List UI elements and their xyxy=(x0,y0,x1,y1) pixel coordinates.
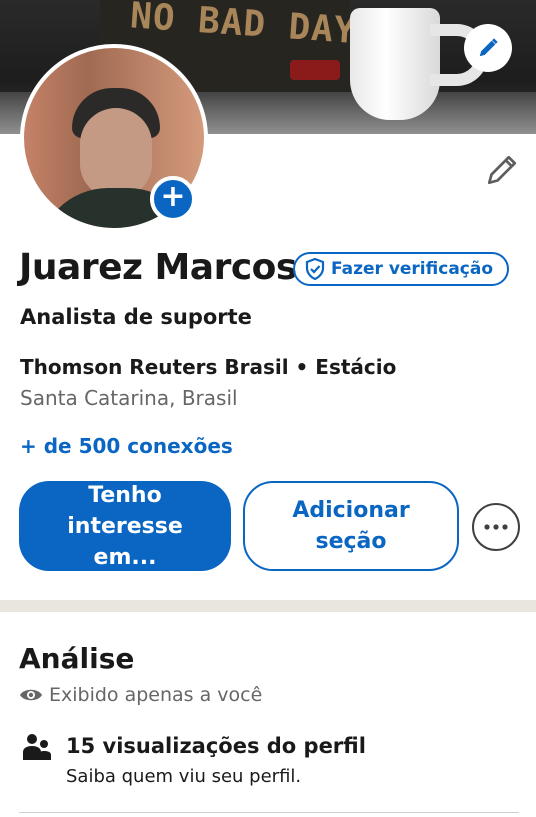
eye-icon xyxy=(20,689,42,701)
profile-name: Juarez Marcos xyxy=(19,247,297,288)
edit-intro-button[interactable] xyxy=(484,152,520,188)
list-divider xyxy=(19,812,519,813)
section-divider xyxy=(0,600,536,612)
connections-link[interactable]: + de 500 conexões xyxy=(20,434,233,458)
verify-button[interactable]: Fazer verificação xyxy=(293,252,510,286)
plus-icon: + xyxy=(160,179,186,214)
cover-object xyxy=(290,60,340,80)
pencil-icon xyxy=(479,38,498,57)
cover-mug xyxy=(350,8,440,120)
verify-label: Fazer verificação xyxy=(331,259,494,279)
shield-check-icon xyxy=(305,258,325,280)
analytics-visibility: Exibido apenas a você xyxy=(19,684,262,706)
profile-company[interactable]: Thomson Reuters Brasil • Estácio xyxy=(20,355,396,379)
profile-views-link[interactable]: 15 visualizações do perfil xyxy=(66,734,366,758)
more-icon xyxy=(484,524,508,530)
edit-cover-button[interactable] xyxy=(464,24,512,72)
profile-headline: Analista de suporte xyxy=(20,305,252,329)
add-section-button[interactable]: Adicionar seção xyxy=(243,481,459,571)
profile-location: Santa Catarina, Brasil xyxy=(20,386,238,410)
profile-views-subtitle: Saiba quem viu seu perfil. xyxy=(66,766,302,787)
more-button[interactable] xyxy=(472,503,520,551)
analytics-title: Análise xyxy=(19,642,135,675)
people-icon xyxy=(23,734,51,760)
avatar-face xyxy=(80,108,152,198)
add-photo-button[interactable]: + xyxy=(150,176,196,222)
open-to-button[interactable]: Tenho interesse em... xyxy=(19,481,231,571)
visibility-label: Exibido apenas a você xyxy=(49,684,263,706)
